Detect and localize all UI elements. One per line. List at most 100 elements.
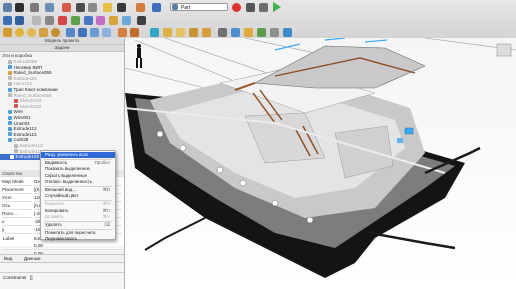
tab-data[interactable]: Данные [24, 255, 41, 262]
thickness-icon[interactable] [231, 28, 240, 37]
new-document-icon[interactable] [3, 3, 12, 12]
tree-item-label: Ruled_Surface055 [13, 70, 52, 76]
constraints-label: Constraints [3, 275, 27, 280]
menu-item: Вставить ⌘V [41, 214, 115, 220]
property-name: Поло... [2, 210, 32, 218]
tree-item-selected[interactable]: Extrude109 [0, 154, 41, 160]
feature-icon [14, 143, 18, 148]
feature-icon [8, 132, 12, 137]
tree-item-label: Wire001 [13, 115, 31, 120]
workbench-icon[interactable] [152, 3, 161, 12]
tab-model[interactable]: Модель проекта [0, 38, 124, 45]
menu-item[interactable]: Разд. увеличить всех [41, 152, 115, 159]
view-left-icon[interactable] [122, 16, 131, 25]
sweep-icon[interactable] [202, 28, 211, 37]
view-bottom-icon[interactable] [109, 16, 118, 25]
macros-icon[interactable] [259, 3, 268, 12]
feature-icon [8, 87, 12, 92]
tab-view[interactable]: Вид [4, 255, 12, 262]
menu-item[interactable]: Случайный цвет [41, 193, 115, 199]
property-value[interactable]: 0,00 [34, 242, 122, 250]
offset-icon[interactable] [244, 28, 253, 37]
feature-icon [8, 121, 12, 126]
redo-icon[interactable] [117, 3, 126, 12]
menu-item-label: Отключ. выделенность [45, 178, 93, 184]
view-fit-selection-icon[interactable] [15, 16, 24, 25]
menu-item-label: Вставить [45, 213, 64, 219]
menu-item-shortcut: ⌘V [102, 213, 110, 219]
cut-icon[interactable] [62, 3, 71, 12]
view-right-icon[interactable] [84, 16, 93, 25]
feature-icon [14, 149, 18, 154]
common-icon[interactable] [102, 28, 111, 37]
ship-model-render [125, 38, 516, 278]
tree-item-label: Hacn104 [13, 81, 32, 87]
fillet-icon[interactable] [163, 28, 172, 37]
refresh-icon[interactable] [136, 3, 145, 12]
context-menu: Разд. увеличить всех Видимость Пробел Показ… [40, 150, 116, 242]
part-cylinder-icon[interactable] [15, 28, 24, 37]
run-macro-icon[interactable] [273, 2, 281, 12]
part-torus-icon[interactable] [51, 28, 60, 37]
tree-item-label: Sketch182 [19, 103, 42, 109]
measure-icon[interactable] [137, 16, 146, 25]
feature-icon [8, 59, 12, 64]
part-cone-icon[interactable] [39, 28, 48, 37]
revolve-icon[interactable] [130, 28, 139, 37]
tab-tasks[interactable]: Задачи [0, 45, 124, 52]
section-icon[interactable] [218, 28, 227, 37]
check-geometry-icon[interactable] [270, 28, 279, 37]
cut-shape-icon[interactable] [78, 28, 87, 37]
document-selector[interactable]: Part [170, 3, 228, 11]
tree-item-label: Extrude114 [13, 131, 37, 137]
feature-icon [8, 70, 12, 75]
part-sphere-icon[interactable] [27, 28, 36, 37]
open-icon[interactable] [15, 3, 24, 12]
copy-icon[interactable] [76, 3, 85, 12]
feature-icon [8, 76, 12, 81]
property-name: Map Mode [2, 178, 32, 186]
property-name: x [2, 218, 32, 226]
feature-icon [8, 137, 12, 142]
extrude-icon[interactable] [118, 28, 127, 37]
figure-silhouette [136, 44, 142, 68]
compound-icon[interactable] [283, 28, 292, 37]
menu-item-label: Разд. увеличить всех [45, 152, 89, 157]
tree-item-label: Extrude101 [13, 75, 38, 81]
property-name: Placement [2, 186, 32, 194]
document-icon [172, 4, 178, 10]
draw-style-icon[interactable] [32, 16, 41, 25]
view-front-icon[interactable] [58, 16, 67, 25]
paste-icon[interactable] [88, 3, 97, 12]
view-top-icon[interactable] [71, 16, 80, 25]
constraints-row[interactable]: Constraints [] [0, 272, 124, 282]
undo-icon[interactable] [103, 3, 112, 12]
loft-icon[interactable] [189, 28, 198, 37]
mirror-icon[interactable] [150, 28, 159, 37]
navigation-cube [496, 43, 512, 57]
feature-icon [14, 104, 18, 109]
feature-icon [8, 115, 12, 120]
chamfer-icon[interactable] [176, 28, 185, 37]
3d-viewport[interactable] [125, 38, 516, 289]
boolean-icon[interactable] [66, 28, 75, 37]
menu-item[interactable]: Удалить ⌫ [41, 222, 115, 228]
ruled-surface-icon[interactable] [257, 28, 266, 37]
feature-icon [8, 109, 12, 114]
save-icon[interactable] [30, 3, 39, 12]
view-isometric-icon[interactable] [45, 16, 54, 25]
record-macro-icon[interactable] [232, 3, 241, 12]
stop-macro-icon[interactable] [246, 3, 255, 12]
property-name [2, 242, 32, 250]
menu-item[interactable]: Отключ. выделенность [41, 179, 115, 185]
part-box-icon[interactable] [3, 28, 12, 37]
tree-header: Эти и коробка [2, 53, 33, 58]
tree-item-label: Sketch183 [19, 98, 42, 104]
view-fit-all-icon[interactable] [3, 16, 12, 25]
tree-item-label: Extrude112 [13, 126, 37, 132]
save-as-icon[interactable] [45, 3, 54, 12]
feature-icon [8, 126, 12, 131]
menu-item[interactable]: Переименовать [41, 236, 115, 242]
view-rear-icon[interactable] [96, 16, 105, 25]
fuse-icon[interactable] [90, 28, 99, 37]
